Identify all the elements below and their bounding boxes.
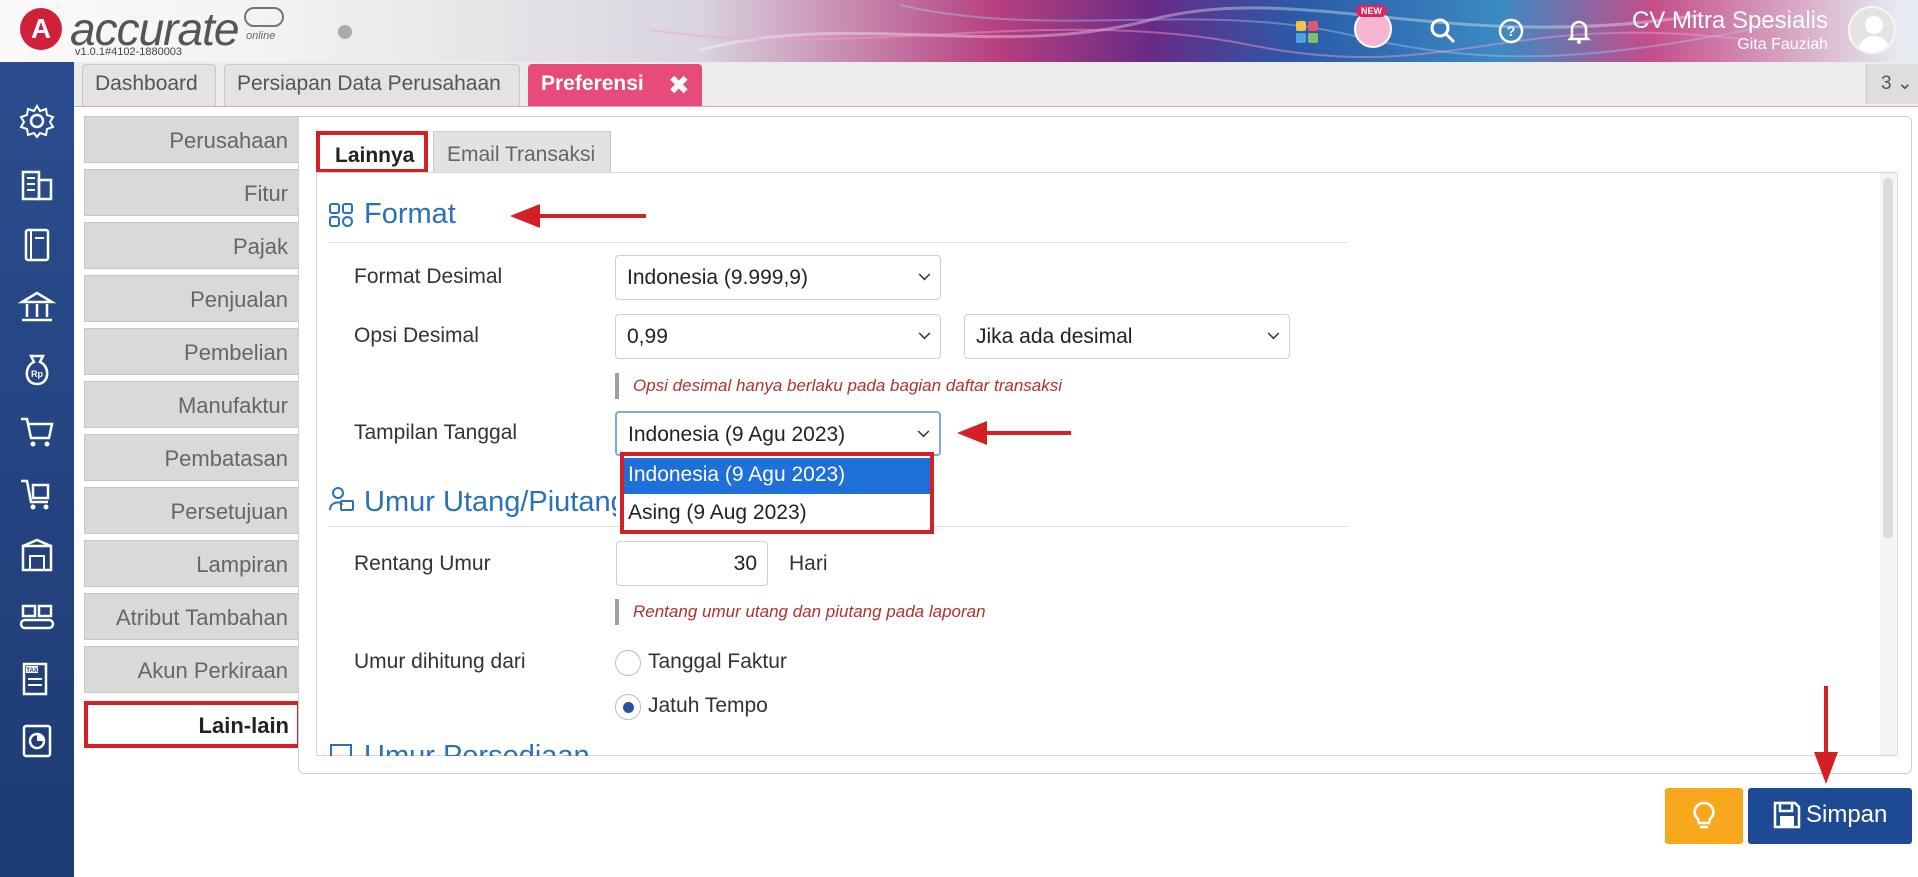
annotation-arrow-icon bbox=[510, 204, 646, 228]
lightbulb-icon bbox=[1693, 801, 1715, 829]
tips-button[interactable] bbox=[1665, 788, 1743, 844]
category-persetujuan[interactable]: Persetujuan bbox=[84, 487, 299, 534]
search-icon[interactable] bbox=[1428, 16, 1458, 46]
rentang-umur-unit: Hari bbox=[789, 552, 828, 575]
money-bag-rp-icon[interactable]: Rp bbox=[18, 350, 56, 388]
purchase-cart-icon[interactable] bbox=[18, 474, 56, 512]
tampilan-tanggal-label: Tampilan Tanggal bbox=[354, 421, 518, 444]
bank-icon[interactable] bbox=[17, 288, 57, 326]
company-building-icon[interactable] bbox=[18, 164, 56, 202]
settings-gear-icon[interactable] bbox=[18, 102, 56, 140]
opsi-desimal-mode-value: Jika ada desimal bbox=[976, 325, 1133, 348]
floppy-disk-icon bbox=[1773, 801, 1801, 829]
tax-document-icon[interactable]: TAX bbox=[18, 660, 56, 698]
annotation-arrow-icon bbox=[957, 421, 1071, 445]
subtab-email-transaksi[interactable]: Email Transaksi bbox=[433, 131, 611, 173]
open-tabs-count-dropdown[interactable]: 3 ⌄ bbox=[1866, 64, 1918, 104]
category-akun-perkiraan[interactable]: Akun Perkiraan bbox=[84, 646, 299, 693]
category-perusahaan[interactable]: Perusahaan bbox=[84, 116, 299, 163]
app-header bbox=[0, 0, 1918, 62]
opsi-desimal-label: Opsi Desimal bbox=[354, 324, 479, 347]
category-lampiran[interactable]: Lampiran bbox=[84, 540, 299, 587]
shopping-cart-icon[interactable] bbox=[18, 412, 56, 450]
scrollbar-thumb[interactable] bbox=[1883, 178, 1893, 538]
category-pembatasan[interactable]: Pembatasan bbox=[84, 434, 299, 481]
rentang-umur-input[interactable]: 30 bbox=[616, 541, 768, 586]
format-desimal-value: Indonesia (9.999,9) bbox=[627, 266, 808, 289]
umur-dihitung-label: Umur dihitung dari bbox=[354, 650, 526, 673]
category-penjualan[interactable]: Penjualan bbox=[84, 275, 299, 322]
header-wave-decoration bbox=[649, 4, 1801, 59]
section-divider bbox=[328, 242, 1348, 243]
logo-icon[interactable]: A bbox=[20, 8, 62, 50]
module-sidebar: Rp TAX bbox=[0, 62, 74, 877]
ledger-book-icon[interactable] bbox=[18, 226, 56, 264]
warehouse-inventory-icon[interactable] bbox=[18, 536, 56, 574]
close-tab-icon[interactable]: ✖ bbox=[668, 70, 690, 101]
opsi-desimal-select[interactable]: 0,99 bbox=[615, 314, 941, 359]
category-pajak[interactable]: Pajak bbox=[84, 222, 299, 269]
settings-content bbox=[316, 172, 1898, 756]
inventory-box-icon bbox=[330, 744, 352, 756]
tampilan-tanggal-value: Indonesia (9 Agu 2023) bbox=[628, 423, 846, 446]
radio-tanggal-faktur[interactable] bbox=[615, 650, 641, 676]
tampilan-tanggal-select[interactable]: Indonesia (9 Agu 2023) bbox=[615, 411, 941, 456]
section-title-format: Format bbox=[364, 198, 456, 230]
svg-text:Rp: Rp bbox=[31, 369, 43, 379]
tampilan-tanggal-dropdown-list: Indonesia (9 Agu 2023) Asing (9 Aug 2023… bbox=[620, 452, 934, 534]
version-label: v1.0.1#4102-1880003 bbox=[75, 46, 183, 58]
subtab-lainnya[interactable]: Lainnya bbox=[316, 131, 428, 173]
status-dot-icon bbox=[338, 25, 352, 39]
company-name[interactable]: CV Mitra Spesialis bbox=[1632, 7, 1828, 35]
opsi-desimal-hint: Opsi desimal hanya berlaku pada bagian d… bbox=[615, 373, 1062, 399]
radio-jatuh-tempo-label[interactable]: Jatuh Tempo bbox=[648, 694, 768, 718]
radio-tanggal-faktur-label[interactable]: Tanggal Faktur bbox=[648, 650, 787, 674]
opsi-desimal-mode-select[interactable]: Jika ada desimal bbox=[964, 314, 1290, 359]
dropdown-option-asing[interactable]: Asing (9 Aug 2023) bbox=[624, 496, 930, 532]
svg-text:?: ? bbox=[1507, 23, 1516, 39]
notification-bell-icon[interactable] bbox=[1564, 16, 1594, 46]
cloud-icon bbox=[244, 7, 284, 27]
tab-dashboard[interactable]: Dashboard bbox=[82, 64, 216, 106]
chevron-down-icon bbox=[918, 327, 931, 340]
format-desimal-label: Format Desimal bbox=[354, 265, 503, 288]
annotation-arrow-icon bbox=[1814, 686, 1838, 784]
opsi-desimal-value: 0,99 bbox=[627, 325, 668, 348]
apps-grid-icon[interactable] bbox=[1292, 16, 1322, 46]
category-manufaktur[interactable]: Manufaktur bbox=[84, 381, 299, 428]
category-fitur[interactable]: Fitur bbox=[84, 169, 299, 216]
new-badge: NEW bbox=[1356, 5, 1387, 17]
category-lain-lain[interactable]: Lain-lain bbox=[84, 701, 301, 748]
person-money-icon bbox=[329, 487, 354, 511]
chevron-down-icon bbox=[917, 425, 930, 438]
help-icon[interactable]: ? bbox=[1496, 16, 1526, 46]
report-chart-icon[interactable] bbox=[18, 722, 56, 760]
chevron-down-icon bbox=[918, 268, 931, 281]
tab-persiapan-data-perusahaan[interactable]: Persiapan Data Perusahaan bbox=[224, 64, 520, 106]
format-desimal-select[interactable]: Indonesia (9.999,9) bbox=[615, 255, 941, 300]
section-title-umur-utang-piutang: Umur Utang/Piutang bbox=[364, 486, 616, 518]
category-atribut-tambahan[interactable]: Atribut Tambahan bbox=[84, 593, 299, 640]
dropdown-option-indonesia[interactable]: Indonesia (9 Agu 2023) bbox=[624, 458, 930, 494]
rentang-umur-label: Rentang Umur bbox=[354, 552, 491, 575]
user-name[interactable]: Gita Fauziah bbox=[1737, 36, 1828, 54]
svg-text:TAX: TAX bbox=[26, 668, 38, 674]
chevron-down-icon bbox=[1267, 327, 1280, 340]
user-avatar[interactable] bbox=[1848, 6, 1896, 54]
rentang-umur-hint: Rentang umur utang dan piutang pada lapo… bbox=[615, 599, 986, 625]
radio-jatuh-tempo[interactable] bbox=[615, 694, 641, 720]
section-title-umur-persediaan: Umur Persediaan bbox=[364, 740, 590, 756]
format-blocks-icon bbox=[329, 203, 353, 227]
manufacturing-conveyor-icon[interactable] bbox=[18, 598, 56, 636]
document-tab-bar: Dashboard Persiapan Data Perusahaan Pref… bbox=[74, 62, 1918, 107]
section-umur-persediaan-clipped: Umur Persediaan bbox=[317, 738, 917, 756]
category-pembelian[interactable]: Pembelian bbox=[84, 328, 299, 375]
logo-subtext: online bbox=[246, 30, 276, 42]
